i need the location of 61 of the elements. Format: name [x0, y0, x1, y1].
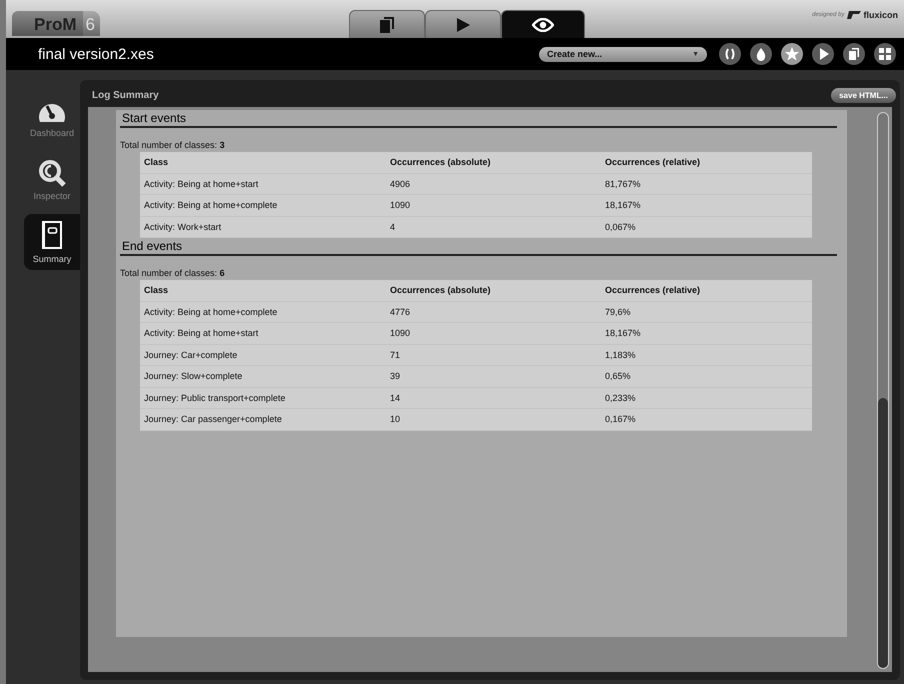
braces-icon[interactable]: [719, 43, 741, 65]
table-cell: 39: [386, 366, 601, 388]
table-cell: Journey: Car passenger+complete: [140, 409, 386, 430]
table-cell: 0,067%: [601, 216, 812, 238]
table-cell: 71: [386, 344, 601, 366]
table-cell: 1090: [386, 323, 601, 344]
table-cell: Activity: Being at home+start: [140, 174, 386, 195]
column-header: Occurrences (absolute): [386, 280, 601, 302]
grid-icon[interactable]: [874, 43, 896, 65]
sidebar-item[interactable]: Dashboard: [24, 90, 80, 146]
column-header: Class: [140, 280, 386, 302]
column-header: Occurrences (relative): [601, 280, 812, 302]
class-count: Total number of classes: 3: [120, 140, 226, 150]
table-cell: 14: [386, 388, 601, 409]
mode-tab[interactable]: [425, 10, 501, 38]
table-cell: Activity: Being at home+start: [140, 323, 386, 344]
mode-tab[interactable]: [349, 10, 425, 38]
notebook-icon: [41, 220, 63, 250]
save-html-button[interactable]: save HTML...: [831, 88, 896, 103]
app-logo: ProM: [12, 11, 82, 36]
sidebar-item[interactable]: Inspector: [24, 152, 80, 208]
table-cell: 18,167%: [601, 195, 812, 216]
table-cell: Journey: Slow+complete: [140, 366, 386, 388]
table-cell: 18,167%: [601, 323, 812, 344]
table-cell: 0,233%: [601, 388, 812, 409]
table-cell: Journey: Public transport+complete: [140, 388, 386, 409]
table-cell: Activity: Work+start: [140, 216, 386, 238]
magnifier-icon: [38, 159, 66, 187]
file-title: final version2.xes: [38, 46, 155, 62]
table-cell: 4906: [386, 174, 601, 195]
scroll-thumb[interactable]: [878, 398, 888, 668]
mode-tab[interactable]: [501, 10, 585, 38]
table-cell: Activity: Being at home+complete: [140, 302, 386, 323]
table-cell: Activity: Being at home+complete: [140, 195, 386, 216]
table-cell: 0,167%: [601, 409, 812, 430]
table-cell: 4776: [386, 302, 601, 323]
table-cell: 4: [386, 216, 601, 238]
section-heading: End events: [120, 238, 837, 256]
drop-icon[interactable]: [750, 43, 772, 65]
sidebar-item[interactable]: Summary: [24, 214, 80, 270]
documents-icon: [380, 16, 394, 32]
table-cell: 10: [386, 409, 601, 430]
table-cell: 1,183%: [601, 344, 812, 366]
table-cell: 81,767%: [601, 174, 812, 195]
version-label: 6: [82, 11, 100, 36]
table-cell: 79,6%: [601, 302, 812, 323]
panel-title: Log Summary: [92, 90, 159, 101]
play-icon[interactable]: [812, 43, 834, 65]
play-icon: [456, 18, 470, 32]
copy-icon[interactable]: [843, 43, 865, 65]
table-cell: Journey: Car+complete: [140, 344, 386, 366]
column-header: Occurrences (absolute): [386, 152, 601, 174]
column-header: Occurrences (relative): [601, 152, 812, 174]
section-heading: Start events: [120, 110, 837, 128]
column-header: Class: [140, 152, 386, 174]
eye-icon: [532, 18, 554, 32]
scrollbar[interactable]: [877, 112, 889, 669]
class-count: Total number of classes: 6: [120, 268, 226, 278]
table-cell: 0,65%: [601, 366, 812, 388]
table-cell: 1090: [386, 195, 601, 216]
brand-logo: fluxicon: [847, 10, 898, 20]
